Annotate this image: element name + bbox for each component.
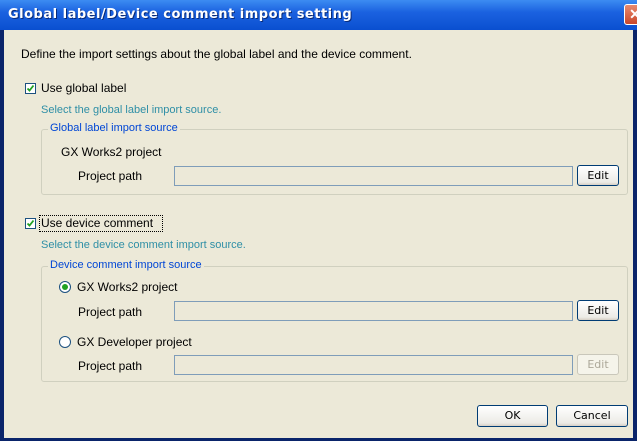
global-label-source-name: GX Works2 project [61, 145, 162, 159]
use-device-comment-label[interactable]: Use device comment [41, 216, 153, 230]
use-device-comment-checkbox[interactable] [25, 218, 36, 229]
use-global-label-checkbox[interactable] [25, 83, 36, 94]
gx-works2-edit-button[interactable]: Edit [577, 300, 619, 321]
radio-gx-works2-label[interactable]: GX Works2 project [77, 280, 177, 294]
global-label-path-field[interactable] [174, 166, 573, 186]
global-label-hint: Select the global label import source. [41, 104, 222, 116]
gx-developer-edit-button: Edit [577, 354, 619, 375]
radio-gx-works2[interactable] [59, 281, 71, 293]
ok-button[interactable]: OK [477, 405, 548, 427]
global-label-path-label: Project path [78, 169, 143, 183]
radio-gx-developer[interactable] [59, 336, 71, 348]
checkmark-icon [26, 219, 35, 227]
global-label-edit-button[interactable]: Edit [577, 165, 619, 186]
device-comment-hint: Select the device comment import source. [41, 239, 246, 251]
close-button[interactable]: ✕ [624, 4, 637, 25]
radio-gx-developer-label[interactable]: GX Developer project [77, 335, 192, 349]
gx-developer-path-label: Project path [78, 359, 143, 373]
gx-developer-path-field[interactable] [174, 355, 573, 375]
checkmark-icon [26, 84, 35, 92]
gx-works2-path-field[interactable] [174, 301, 573, 321]
radio-selected-dot [62, 284, 68, 290]
cancel-button[interactable]: Cancel [556, 405, 628, 427]
close-icon: ✕ [629, 6, 637, 22]
dialog-description: Define the import settings about the glo… [21, 47, 412, 61]
gx-works2-path-label: Project path [78, 305, 143, 319]
dialog-window: Global label/Device comment import setti… [0, 0, 637, 441]
window-title: Global label/Device comment import setti… [8, 7, 353, 22]
title-bar[interactable]: Global label/Device comment import setti… [0, 0, 637, 30]
device-comment-group-title: Device comment import source [48, 259, 204, 271]
use-global-label-label[interactable]: Use global label [41, 81, 126, 95]
global-label-group-title: Global label import source [48, 122, 180, 134]
